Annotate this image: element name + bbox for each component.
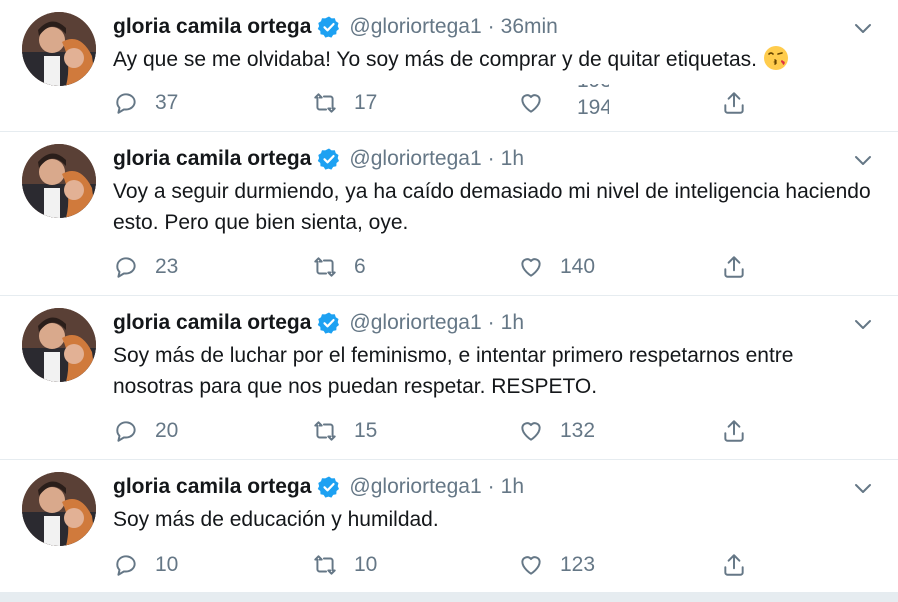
- avatar-photo: [22, 308, 96, 382]
- author-name[interactable]: gloria camila ortega: [113, 475, 311, 499]
- author-name[interactable]: gloria camila ortega: [113, 311, 311, 335]
- avatar-photo: [22, 12, 96, 86]
- reply-button[interactable]: 10: [113, 550, 178, 580]
- share-button[interactable]: [721, 550, 747, 580]
- reply-icon: [116, 421, 136, 442]
- share-button[interactable]: [721, 252, 747, 282]
- share-icon: [724, 256, 744, 278]
- retweet-icon: [314, 421, 336, 441]
- timestamp[interactable]: 1h: [501, 147, 524, 171]
- verified-badge-icon: [318, 16, 340, 38]
- tweet[interactable]: gloria camila ortega @gloriortega1 · 1h …: [0, 132, 898, 296]
- heart-icon: [521, 94, 541, 113]
- share-icon: [724, 420, 744, 442]
- reply-count: 10: [155, 553, 179, 576]
- avatar-photo: [22, 472, 96, 546]
- tweet-feed: gloria camila ortega @gloriortega1 · 36m…: [0, 0, 898, 602]
- author-handle[interactable]: @gloriortega1: [349, 147, 481, 171]
- separator-dot: ·: [487, 311, 495, 334]
- timestamp[interactable]: 1h: [501, 311, 524, 335]
- separator-dot: ·: [487, 475, 495, 498]
- share-icon: [724, 92, 744, 114]
- reply-count: 23: [155, 255, 179, 278]
- tweet-text: Soy más de luchar por el feminismo, e in…: [113, 344, 794, 398]
- tweet-actions: 10 10 123: [113, 550, 773, 580]
- tweet-text: Voy a seguir durmiendo, ya ha caído dema…: [113, 180, 871, 234]
- tweet-header: gloria camila ortega @gloriortega1 · 1h: [113, 472, 524, 502]
- kissing-face-icon: [764, 46, 788, 70]
- chevron-down-icon[interactable]: [852, 18, 874, 40]
- retweet-count: 17: [354, 91, 378, 114]
- tweet-text: Soy más de educación y humildad.: [113, 508, 439, 531]
- author-handle[interactable]: @gloriortega1: [349, 475, 481, 499]
- like-button[interactable]: 193 194: [518, 84, 609, 118]
- chevron-down-icon[interactable]: [852, 478, 874, 500]
- feed-bottom-divider: [0, 592, 898, 602]
- retweet-button[interactable]: 6: [312, 252, 366, 282]
- like-count: 193 194: [561, 84, 609, 114]
- tweet-header: gloria camila ortega @gloriortega1 · 1h: [113, 144, 524, 174]
- like-button[interactable]: 132: [518, 416, 595, 446]
- heart-icon: [521, 556, 541, 575]
- retweet-icon: [314, 555, 336, 575]
- tweet-text: Ay que se me olvidaba! Yo soy más de com…: [113, 48, 757, 71]
- like-count: 123: [560, 553, 596, 576]
- avatar-photo: [22, 144, 96, 218]
- like-count: 140: [560, 255, 596, 278]
- tweet[interactable]: gloria camila ortega @gloriortega1 · 1h …: [0, 296, 898, 460]
- separator-dot: ·: [487, 15, 495, 38]
- author-name[interactable]: gloria camila ortega: [113, 147, 311, 171]
- chevron-down-icon[interactable]: [852, 314, 874, 336]
- reply-count: 37: [155, 91, 179, 114]
- share-button[interactable]: [721, 416, 747, 446]
- avatar[interactable]: [22, 472, 96, 546]
- retweet-count: 6: [354, 255, 366, 278]
- retweet-count: 15: [354, 419, 378, 442]
- reply-icon: [116, 93, 136, 114]
- tweet-actions: 20 15 132: [113, 416, 773, 446]
- share-button[interactable]: [721, 88, 747, 118]
- like-count-previous: 193: [577, 84, 609, 93]
- verified-badge-icon: [318, 476, 340, 498]
- reply-button[interactable]: 37: [113, 88, 178, 118]
- retweet-button[interactable]: 17: [312, 88, 377, 118]
- timestamp[interactable]: 1h: [501, 475, 524, 499]
- like-button[interactable]: 123: [518, 550, 595, 580]
- verified-badge-icon: [318, 148, 340, 170]
- tweet-actions: 37 17 193 194: [113, 84, 773, 118]
- tweet-header: gloria camila ortega @gloriortega1 · 1h: [113, 308, 524, 338]
- tweet[interactable]: gloria camila ortega @gloriortega1 · 36m…: [0, 0, 898, 132]
- timestamp[interactable]: 36min: [501, 15, 558, 39]
- separator-dot: ·: [487, 147, 495, 170]
- avatar[interactable]: [22, 12, 96, 86]
- like-button[interactable]: 140: [518, 252, 595, 282]
- heart-icon: [521, 422, 541, 441]
- share-icon: [724, 554, 744, 576]
- retweet-button[interactable]: 10: [312, 550, 377, 580]
- reply-button[interactable]: 20: [113, 416, 178, 446]
- avatar[interactable]: [22, 308, 96, 382]
- reply-icon: [116, 257, 136, 278]
- tweet-actions: 23 6 140: [113, 252, 773, 282]
- like-count-current: 194: [577, 96, 609, 114]
- verified-badge-icon: [318, 312, 340, 334]
- retweet-icon: [314, 93, 336, 113]
- reply-button[interactable]: 23: [113, 252, 178, 282]
- avatar[interactable]: [22, 144, 96, 218]
- like-count: 132: [560, 419, 596, 442]
- author-handle[interactable]: @gloriortega1: [349, 15, 481, 39]
- heart-icon: [521, 258, 541, 277]
- tweet[interactable]: gloria camila ortega @gloriortega1 · 1h …: [0, 460, 898, 592]
- author-name[interactable]: gloria camila ortega: [113, 15, 311, 39]
- reply-icon: [116, 555, 136, 576]
- author-handle[interactable]: @gloriortega1: [349, 311, 481, 335]
- tweet-header: gloria camila ortega @gloriortega1 · 36m…: [113, 12, 558, 42]
- retweet-count: 10: [354, 553, 378, 576]
- reply-count: 20: [155, 419, 179, 442]
- tweet-text-container: Ay que se me olvidaba! Yo soy más de com…: [113, 44, 873, 75]
- retweet-icon: [314, 257, 336, 277]
- chevron-down-icon[interactable]: [852, 150, 874, 172]
- retweet-button[interactable]: 15: [312, 416, 377, 446]
